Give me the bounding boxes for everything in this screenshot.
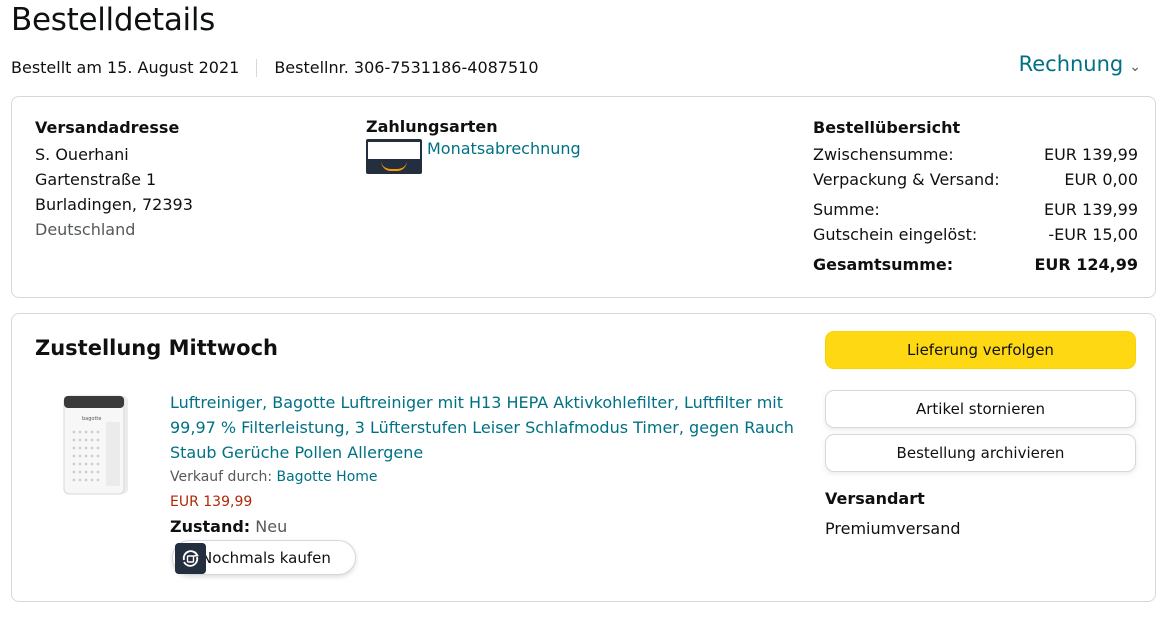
address-city: Burladingen, 72393: [35, 195, 193, 214]
order-meta: Bestellt am 15. August 2021 Bestellnr. 3…: [11, 58, 539, 77]
product-title-link[interactable]: Luftreiniger, Bagotte Luftreiniger mit H…: [170, 390, 800, 465]
condition-line: Zustand: Neu: [170, 515, 800, 539]
summary-row: Zwischensumme: EUR 139,99: [813, 142, 1138, 167]
sold-by-label: Verkauf durch:: [170, 469, 273, 485]
buy-again-button[interactable]: Nochmals kaufen: [172, 540, 356, 575]
address-name: S. Ouerhani: [35, 145, 129, 164]
summary-row: Gutschein eingelöst: -EUR 15,00: [813, 222, 1138, 247]
divider: [256, 58, 258, 77]
summary-row: Verpackung & Versand: EUR 0,00: [813, 167, 1138, 192]
summary-total-row: Gesamtsumme: EUR 124,99: [813, 252, 1138, 277]
summary-label: Summe:: [813, 200, 880, 219]
amazon-card-icon: [366, 139, 422, 174]
summary-row: Summe: EUR 139,99: [813, 197, 1138, 222]
summary-label: Verpackung & Versand:: [813, 170, 1000, 189]
shipping-heading: Versandart: [825, 489, 925, 508]
summary-value: EUR 139,99: [1043, 145, 1138, 164]
chevron-down-icon: ⌄: [1129, 59, 1141, 75]
invoice-label: Rechnung: [1018, 52, 1124, 76]
order-number: Bestellnr. 306-7531186-4087510: [274, 58, 539, 77]
payment-methods: Zahlungsarten Monatsabrechnung: [366, 117, 581, 174]
address-heading: Versandadresse: [35, 118, 180, 137]
summary-value: EUR 139,99: [1043, 200, 1138, 219]
condition-value: Neu: [255, 517, 288, 536]
address-country: Deutschland: [35, 220, 136, 239]
product-price: EUR 139,99: [170, 494, 253, 510]
buy-again-icon: [175, 543, 206, 574]
shipping-method: Versandart Premiumversand: [825, 484, 961, 544]
page-title: Bestelldetails: [11, 2, 216, 38]
track-delivery-button[interactable]: Lieferung verfolgen: [825, 331, 1136, 369]
shipment-card: Zustellung Mittwoch bagotte Luftreiniger…: [11, 313, 1156, 602]
summary-value: -EUR 15,00: [1048, 225, 1138, 244]
cancel-item-button[interactable]: Artikel stornieren: [825, 390, 1136, 428]
total-value: EUR 124,99: [1034, 255, 1138, 274]
summary-label: Gutschein eingelöst:: [813, 225, 978, 244]
order-info-card: Versandadresse S. Ouerhani Gartenstraße …: [11, 96, 1156, 298]
product-details: Luftreiniger, Bagotte Luftreiniger mit H…: [170, 390, 800, 539]
total-label: Gesamtsumme:: [813, 255, 954, 274]
summary-value: EUR 0,00: [1064, 170, 1138, 189]
shipping-address: Versandadresse S. Ouerhani Gartenstraße …: [35, 117, 193, 242]
shipping-value: Premiumversand: [825, 519, 961, 538]
summary-label: Zwischensumme:: [813, 145, 954, 164]
invoice-dropdown[interactable]: Rechnung ⌄: [1019, 52, 1141, 76]
condition-label: Zustand:: [170, 517, 251, 536]
delivery-heading: Zustellung Mittwoch: [35, 336, 278, 360]
payment-method-link[interactable]: Monatsabrechnung: [427, 139, 581, 158]
address-street: Gartenstraße 1: [35, 170, 157, 189]
summary-heading: Bestellübersicht: [813, 118, 961, 137]
payment-heading: Zahlungsarten: [366, 117, 498, 136]
product-image[interactable]: bagotte: [52, 392, 132, 498]
order-summary: Bestellübersicht Zwischensumme: EUR 139,…: [813, 117, 1138, 277]
svg-text:bagotte: bagotte: [82, 416, 101, 422]
seller-link[interactable]: Bagotte Home: [277, 469, 378, 485]
order-date: Bestellt am 15. August 2021: [11, 58, 240, 77]
archive-order-button[interactable]: Bestellung archivieren: [825, 434, 1136, 472]
buy-again-label: Nochmals kaufen: [201, 548, 331, 567]
seller-line: Verkauf durch: Bagotte Home: [170, 465, 800, 489]
